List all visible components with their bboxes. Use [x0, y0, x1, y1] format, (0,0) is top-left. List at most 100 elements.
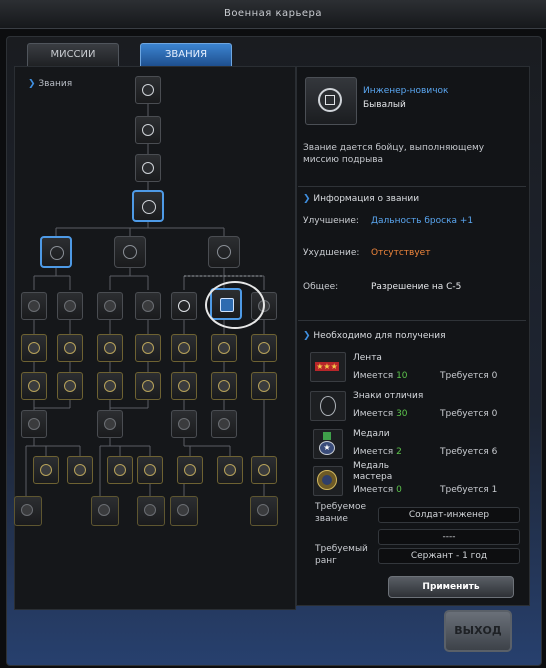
req-have: Имеется 30: [353, 409, 408, 419]
rank-node[interactable]: [21, 292, 47, 320]
need-label: Требуется: [440, 485, 489, 495]
general-label: Общее:: [303, 282, 339, 292]
rank-name: Инженер-новичок: [363, 86, 449, 96]
required-grade-field: Сержант - 1 год: [378, 548, 520, 564]
have-label: Имеется: [353, 371, 394, 381]
rank-node[interactable]: [211, 372, 237, 400]
have-label: Имеется: [353, 447, 394, 457]
need-count: 6: [491, 447, 498, 457]
req-name: Знаки отличия: [353, 391, 424, 401]
required-rank-field-2: ----: [378, 529, 520, 545]
rank-node[interactable]: [33, 456, 59, 484]
rank-node[interactable]: [171, 334, 197, 362]
branch-node[interactable]: [40, 236, 72, 268]
req-name: Медаль мастера: [353, 461, 393, 482]
medal-node[interactable]: [170, 496, 198, 526]
arrow-icon: ❯: [303, 194, 314, 204]
req-have: Имеется 2: [353, 447, 402, 457]
downgrade-value: Отсутствует: [371, 248, 431, 258]
rank-node[interactable]: [21, 372, 47, 400]
required-rank-label: Требуемое звание: [315, 502, 366, 524]
rank-node[interactable]: [97, 372, 123, 400]
rank-node[interactable]: [177, 456, 203, 484]
have-label: Имеется: [353, 485, 394, 495]
rank-node[interactable]: [211, 410, 237, 438]
medal-icon: ★: [313, 429, 343, 459]
rank-node[interactable]: [21, 410, 47, 438]
req-need: Требуется 0: [440, 371, 497, 381]
rank-node[interactable]: [171, 292, 197, 320]
req-need: Требуется 1: [440, 485, 497, 495]
requirements-header-text: Необходимо для получения: [313, 331, 446, 341]
rank-node[interactable]: [251, 456, 277, 484]
rank-info-header: ❯ Информация о звании: [303, 194, 419, 204]
required-rank-field: Солдат-инженер: [378, 507, 520, 523]
rank-node[interactable]: [137, 456, 163, 484]
upgrade-label: Улучшение:: [303, 216, 359, 226]
required-grade-label: Требуемый ранг: [315, 544, 368, 566]
rank-node[interactable]: [57, 292, 83, 320]
req-name: Медали: [353, 429, 390, 439]
apply-button[interactable]: Применить: [388, 576, 514, 598]
requirements-header: ❯ Необходимо для получения: [303, 331, 446, 341]
have-label: Имеется: [353, 409, 394, 419]
branch-node[interactable]: [208, 236, 240, 268]
rank-node[interactable]: [57, 372, 83, 400]
rank-info-header-text: Информация о звании: [313, 194, 420, 204]
upgrade-value: Дальность броска +1: [371, 216, 474, 226]
rank-node[interactable]: [135, 154, 161, 182]
req-need: Требуется 0: [440, 409, 497, 419]
rank-node[interactable]: [97, 292, 123, 320]
divider: [298, 186, 526, 187]
rank-node[interactable]: [171, 410, 197, 438]
need-label: Требуется: [440, 371, 489, 381]
rank-node[interactable]: [171, 372, 197, 400]
req-have: Имеется 10: [353, 371, 408, 381]
ribbon-icon: ★★★: [310, 352, 346, 382]
rank-node[interactable]: [67, 456, 93, 484]
rank-subtitle: Бывалый: [363, 100, 406, 110]
rank-node[interactable]: [135, 372, 161, 400]
req-need: Требуется 6: [440, 447, 497, 457]
branch-node[interactable]: [114, 236, 146, 268]
general-value: Разрешение на С-5: [371, 282, 462, 292]
need-label: Требуется: [440, 447, 489, 457]
rank-node[interactable]: [135, 292, 161, 320]
have-count: 0: [396, 485, 402, 495]
have-count: 2: [396, 447, 402, 457]
badge-icon: [310, 391, 346, 421]
rank-node[interactable]: [251, 372, 277, 400]
rank-insignia-icon: [305, 77, 357, 125]
rank-node[interactable]: [135, 76, 161, 104]
master-medal-icon: [313, 466, 343, 496]
rank-node[interactable]: [251, 334, 277, 362]
divider: [298, 320, 526, 321]
need-count: 0: [491, 409, 498, 419]
rank-node[interactable]: [57, 334, 83, 362]
exit-button[interactable]: ВЫХОД: [444, 610, 512, 652]
rank-node[interactable]: [135, 116, 161, 144]
medal-node[interactable]: [137, 496, 165, 526]
req-name: Лента: [353, 353, 382, 363]
rank-node[interactable]: [211, 334, 237, 362]
rank-node[interactable]: [217, 456, 243, 484]
rank-description: Звание дается бойцу, выполняющему миссию…: [303, 143, 485, 165]
medal-node[interactable]: [91, 496, 119, 526]
medal-node[interactable]: [250, 496, 278, 526]
rank-node[interactable]: [135, 334, 161, 362]
arrow-icon: ❯: [303, 331, 314, 341]
rank-node[interactable]: [97, 334, 123, 362]
need-count: 0: [491, 371, 498, 381]
need-label: Требуется: [440, 409, 489, 419]
rank-node[interactable]: [107, 456, 133, 484]
need-count: 1: [491, 485, 498, 495]
req-have: Имеется 0: [353, 485, 402, 495]
have-count: 30: [396, 409, 408, 419]
downgrade-label: Ухудшение:: [303, 248, 360, 258]
have-count: 10: [396, 371, 408, 381]
highlight-circle: [205, 281, 265, 329]
rank-node[interactable]: [21, 334, 47, 362]
medal-node[interactable]: [14, 496, 42, 526]
rank-node-selected[interactable]: [132, 190, 164, 222]
rank-node[interactable]: [97, 410, 123, 438]
